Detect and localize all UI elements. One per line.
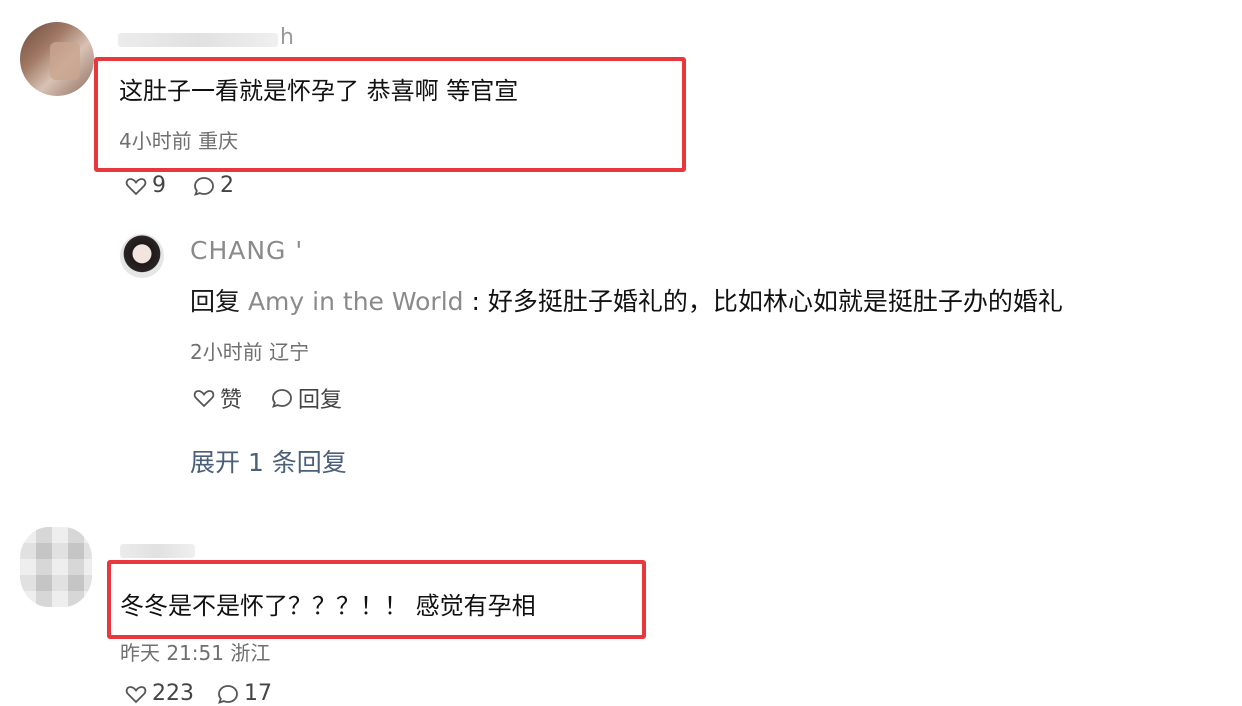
heart-outline-icon[interactable] (124, 174, 148, 198)
reply-text: 回复 Amy in the World : 好多挺肚子婚礼的，比如林心如就是挺肚… (190, 282, 1063, 318)
reply-username[interactable]: CHANG ' (190, 236, 303, 265)
reply-meta: 2小时前 辽宁 (190, 340, 310, 364)
reply-user-avatar[interactable] (120, 234, 164, 278)
speech-bubble-icon[interactable] (216, 682, 240, 706)
like-button[interactable]: 赞 (220, 382, 242, 414)
reply-body: 好多挺肚子婚礼的，比如林心如就是挺肚子办的婚礼 (487, 287, 1063, 316)
like-count[interactable]: 223 (152, 681, 194, 706)
speech-bubble-icon[interactable] (270, 386, 294, 410)
comment-actions: 9 2 (124, 173, 260, 198)
username-suffix: h (280, 25, 294, 50)
reply-prefix: 回复 (190, 287, 248, 316)
comment-text: 这肚子一看就是怀孕了 恭喜啊 等官宣 (119, 77, 519, 105)
reply-to-username[interactable]: Amy in the World (248, 287, 464, 316)
username-blurred[interactable] (120, 544, 195, 558)
speech-bubble-icon[interactable] (192, 174, 216, 198)
comment-text: 冬冬是不是怀了？？？！！ 感觉有孕相 (120, 592, 536, 620)
reply-actions: 赞 回复 (192, 382, 370, 414)
user-avatar[interactable] (20, 527, 92, 607)
expand-replies-link[interactable]: 展开 1 条回复 (190, 443, 347, 479)
reply-count[interactable]: 17 (244, 681, 272, 706)
reply-separator: : (463, 287, 488, 316)
reply-button[interactable]: 回复 (298, 382, 342, 414)
comment-actions: 223 17 (124, 681, 294, 706)
like-count[interactable]: 9 (152, 173, 166, 198)
comment-meta: 昨天 21:51 浙江 (120, 641, 271, 665)
heart-outline-icon[interactable] (192, 386, 216, 410)
heart-outline-icon[interactable] (124, 682, 148, 706)
user-avatar[interactable] (20, 22, 94, 96)
username-blurred[interactable] (118, 33, 278, 47)
comment-meta: 4小时前 重庆 (119, 129, 239, 153)
reply-count[interactable]: 2 (220, 173, 234, 198)
